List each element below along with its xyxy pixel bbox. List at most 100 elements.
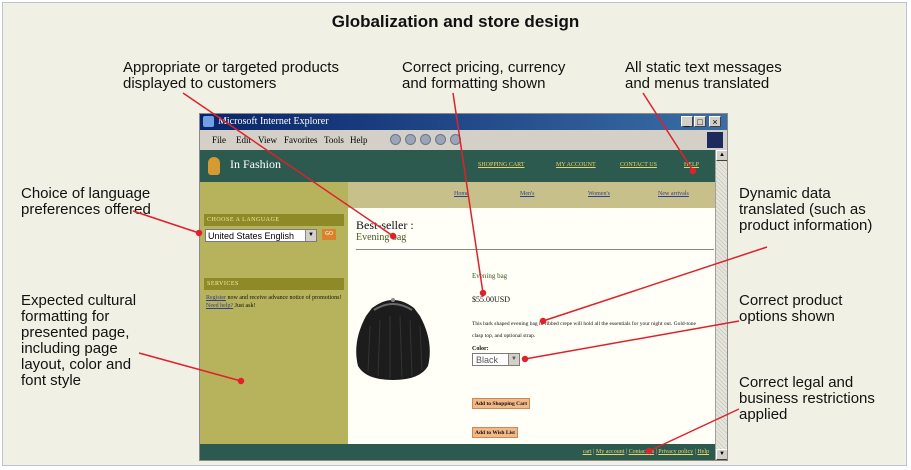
language-go-button[interactable]: GO bbox=[322, 229, 336, 240]
header-link-contact-us[interactable]: CONTACT US bbox=[620, 162, 657, 168]
register-text: now and receive advance notice of promot… bbox=[226, 295, 342, 301]
add-to-wish-list-button[interactable]: Add to Wish List bbox=[472, 427, 518, 438]
windows-throbber-icon bbox=[707, 132, 723, 148]
callout-pricing: Correct pricing, currency and formatting… bbox=[402, 60, 565, 92]
browser-window-title: Microsoft Internet Explorer bbox=[218, 116, 329, 127]
footer-link-contact-us[interactable]: Contact us bbox=[629, 449, 655, 455]
product-description: This bark shaped evening bag in ribbed c… bbox=[472, 321, 696, 339]
register-link[interactable]: Register bbox=[206, 295, 226, 301]
callout-cultural-line1: Expected cultural bbox=[21, 292, 137, 309]
callout-legal: Correct legal and business restrictions … bbox=[739, 375, 875, 423]
callout-pricing-line2: and formatting shown bbox=[402, 75, 546, 92]
site-header: In Fashion SHOPPING CART MY ACCOUNT CONT… bbox=[200, 150, 715, 182]
language-heading: CHOOSE A LANGUAGE bbox=[204, 214, 344, 226]
callout-language: Choice of language preferences offered bbox=[21, 186, 151, 218]
footer-link-my-account[interactable]: My account bbox=[596, 449, 625, 455]
callout-products: Appropriate or targeted products display… bbox=[123, 60, 339, 92]
add-to-cart-button[interactable]: Add to Shopping Cart bbox=[472, 398, 531, 409]
maximize-button[interactable]: □ bbox=[694, 116, 706, 127]
internet-explorer-icon bbox=[203, 116, 214, 127]
home-icon[interactable] bbox=[405, 134, 416, 145]
close-button[interactable]: × bbox=[709, 116, 721, 127]
callout-legal-line1: Correct legal and bbox=[739, 374, 854, 391]
scroll-up-icon[interactable]: ▲ bbox=[716, 150, 727, 161]
callout-static-text: All static text messages and menus trans… bbox=[625, 60, 782, 92]
help-text: Just ask! bbox=[233, 303, 256, 309]
site-footer: cart | My account | Contact us | Privacy… bbox=[200, 444, 715, 460]
header-link-my-account[interactable]: MY ACCOUNT bbox=[556, 162, 596, 168]
evening-bag-image bbox=[356, 298, 430, 380]
diagram-title: Globalization and store design bbox=[331, 12, 580, 31]
color-select[interactable]: Black ▼ bbox=[472, 353, 520, 366]
callout-dynamic-line2: translated (such as bbox=[739, 201, 866, 218]
site-sidebar: CHOOSE A LANGUAGE United States English … bbox=[200, 182, 348, 444]
footer-link-privacy-policy[interactable]: Privacy policy bbox=[658, 449, 693, 455]
menu-help[interactable]: Help bbox=[350, 130, 368, 150]
menu-edit[interactable]: Edit bbox=[236, 130, 251, 150]
nav-womens[interactable]: Women's bbox=[588, 191, 610, 197]
browser-titlebar: Microsoft Internet Explorer _ □ × bbox=[200, 114, 727, 130]
callout-dynamic-line3: product information) bbox=[739, 217, 873, 234]
callout-products-line1: Appropriate or targeted products bbox=[123, 59, 339, 76]
site-name: In Fashion bbox=[230, 157, 281, 171]
color-select-value: Black bbox=[476, 355, 499, 365]
footer-link-cart[interactable]: cart bbox=[583, 449, 592, 455]
site-logo-icon bbox=[208, 157, 220, 175]
chevron-down-icon[interactable]: ▼ bbox=[305, 230, 316, 241]
need-help-link[interactable]: Need help? bbox=[206, 303, 233, 309]
header-link-help[interactable]: HELP bbox=[684, 162, 699, 168]
menu-tools[interactable]: Tools bbox=[324, 130, 344, 150]
callout-cultural-line4: including page bbox=[21, 340, 118, 357]
menu-view[interactable]: View bbox=[258, 130, 277, 150]
main-content: Best-seller : Evening bag Evening bag $5… bbox=[348, 208, 715, 444]
callout-static-line1: All static text messages bbox=[625, 59, 782, 76]
scroll-down-icon[interactable]: ▼ bbox=[716, 449, 727, 460]
services-text: Register now and receive advance notice … bbox=[206, 294, 342, 310]
stop-icon[interactable] bbox=[390, 134, 401, 145]
nav-new-arrivals[interactable]: New arrivals bbox=[658, 191, 689, 197]
best-seller-subheading: Evening bag bbox=[356, 232, 407, 243]
callout-legal-line3: applied bbox=[739, 406, 788, 423]
callout-legal-line2: business restrictions bbox=[739, 390, 875, 407]
callout-cultural-line5: layout, color and bbox=[21, 356, 132, 373]
callout-cultural: Expected cultural formatting for present… bbox=[21, 293, 136, 389]
callout-cultural-line2: formatting for bbox=[21, 308, 110, 325]
minimize-button[interactable]: _ bbox=[681, 116, 693, 127]
product-price: $55.00USD bbox=[472, 295, 511, 304]
footer-link-help[interactable]: Help bbox=[697, 449, 709, 455]
services-heading: SERVICES bbox=[204, 278, 344, 290]
callout-options-line1: Correct product bbox=[739, 292, 843, 309]
product-name: Evening bag bbox=[472, 272, 508, 280]
callout-product-options: Correct product options shown bbox=[739, 293, 842, 325]
footer-links: cart | My account | Contact us | Privacy… bbox=[582, 449, 709, 455]
history-icon[interactable] bbox=[435, 134, 446, 145]
callout-options-line2: options shown bbox=[739, 308, 835, 325]
callout-pricing-line1: Correct pricing, currency bbox=[402, 59, 566, 76]
browser-menubar: File Edit View Favorites Tools Help bbox=[200, 130, 727, 151]
callout-language-line2: preferences offered bbox=[21, 201, 151, 218]
figure-frame: Globalization and store design Appropria… bbox=[2, 2, 907, 466]
nav-home[interactable]: Home bbox=[454, 191, 469, 197]
callout-cultural-line3: presented page, bbox=[21, 324, 130, 341]
menu-file[interactable]: File bbox=[212, 130, 226, 150]
callout-cultural-line6: font style bbox=[21, 372, 82, 389]
search-icon[interactable] bbox=[420, 134, 431, 145]
content-divider bbox=[356, 249, 714, 250]
language-select[interactable]: United States English ▼ bbox=[205, 229, 317, 242]
browser-window: Microsoft Internet Explorer _ □ × File E… bbox=[199, 113, 728, 461]
callout-static-line2: and menus translated bbox=[625, 75, 770, 92]
nav-mens[interactable]: Men's bbox=[520, 191, 534, 197]
header-link-shopping-cart[interactable]: SHOPPING CART bbox=[478, 162, 524, 168]
site-subnav: Home Men's Women's New arrivals bbox=[348, 182, 715, 208]
callout-products-line2: displayed to customers bbox=[123, 75, 277, 92]
callout-dynamic-data: Dynamic data translated (such as product… bbox=[739, 186, 872, 234]
color-label: Color: bbox=[472, 346, 489, 352]
menu-favorites[interactable]: Favorites bbox=[284, 130, 318, 150]
chevron-down-icon[interactable]: ▼ bbox=[508, 354, 519, 365]
browser-scrollbar[interactable]: ▲ ▼ bbox=[715, 150, 727, 460]
language-select-value: United States English bbox=[208, 231, 295, 241]
mail-icon[interactable] bbox=[450, 134, 461, 145]
callout-language-line1: Choice of language bbox=[21, 185, 151, 202]
callout-dynamic-line1: Dynamic data bbox=[739, 185, 831, 202]
best-seller-heading: Best-seller : bbox=[356, 218, 414, 232]
